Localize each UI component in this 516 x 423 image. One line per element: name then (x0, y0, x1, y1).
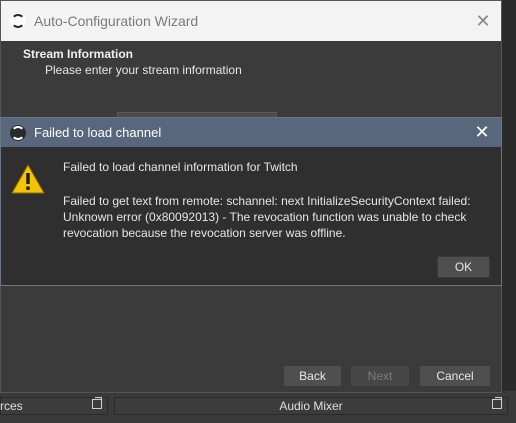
dialog-close-icon[interactable]: ✕ (472, 122, 492, 142)
wizard-title: Auto-Configuration Wizard (34, 13, 199, 29)
next-button[interactable]: Next (350, 365, 410, 387)
sources-dock-title[interactable]: rces (0, 397, 108, 415)
ok-button[interactable]: OK (437, 256, 490, 278)
cancel-button[interactable]: Cancel (419, 365, 491, 387)
audio-mixer-dock-label: Audio Mixer (279, 399, 343, 413)
wizard-titlebar[interactable]: Auto-Configuration Wizard ✕ (1, 1, 501, 41)
wizard-close-icon[interactable]: ✕ (473, 11, 493, 31)
warning-icon (11, 164, 45, 194)
screen: rces Audio Mixer Auto-Configuration Wiza… (0, 0, 516, 423)
page-title: Stream Information (23, 47, 134, 61)
error-detail: Failed to get text from remote: schannel… (63, 194, 471, 240)
audio-mixer-dock-title[interactable]: Audio Mixer (114, 397, 508, 415)
page-subtitle: Please enter your stream information (45, 63, 242, 77)
error-dialog: Failed to load channel ✕ Failed to load … (0, 117, 502, 286)
dialog-title: Failed to load channel (34, 125, 162, 140)
float-icon[interactable] (92, 397, 102, 409)
float-icon[interactable] (492, 397, 502, 409)
error-message: Failed to load channel information for T… (63, 160, 298, 174)
obs-logo-icon (10, 124, 26, 141)
back-button[interactable]: Back (283, 365, 342, 387)
dialog-titlebar[interactable]: Failed to load channel ✕ (1, 118, 501, 147)
obs-logo-icon (10, 13, 26, 29)
wizard-page-header: Stream Information Please enter your str… (23, 47, 242, 77)
sources-dock-label: rces (0, 399, 23, 413)
